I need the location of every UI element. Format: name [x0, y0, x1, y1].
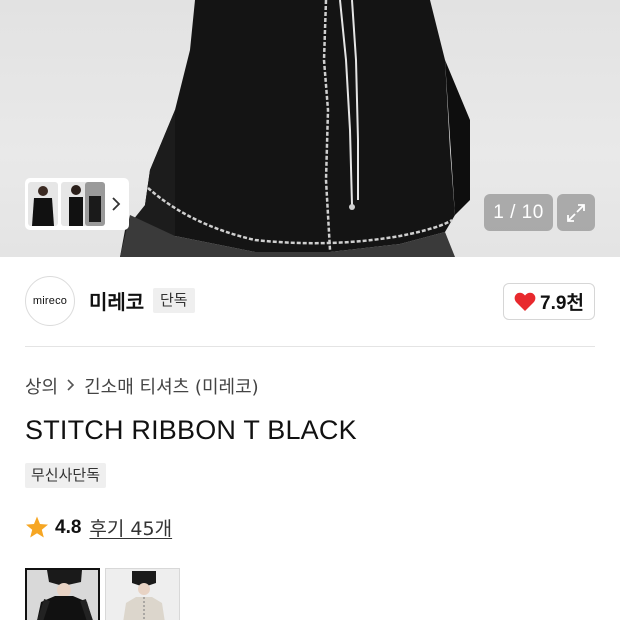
breadcrumb: 상의 긴소매 티셔츠 (미레코)	[25, 373, 259, 399]
breadcrumb-subcategory-link[interactable]: 긴소매 티셔츠 (미레코)	[84, 373, 259, 399]
gallery-thumbnail[interactable]	[85, 182, 105, 226]
review-count-link[interactable]: 후기 45개	[89, 514, 172, 541]
chevron-right-icon	[66, 377, 76, 396]
brand-exclusive-badge: 단독	[153, 288, 195, 313]
exclusive-badge: 무신사단독	[25, 463, 107, 488]
breadcrumb-category-link[interactable]: 상의	[25, 373, 58, 399]
rating-summary: 4.8 후기 45개	[25, 514, 172, 541]
heart-icon	[514, 292, 536, 311]
color-option-black[interactable]	[25, 568, 100, 620]
chevron-right-icon[interactable]	[109, 192, 123, 216]
rating-value: 4.8	[55, 516, 82, 538]
gallery-thumbnail[interactable]	[28, 182, 58, 226]
star-icon	[26, 516, 48, 538]
image-counter: 1 / 10	[484, 194, 553, 231]
brand-name-link[interactable]: 미레코	[89, 286, 144, 315]
like-button[interactable]: 7.9천	[503, 283, 595, 320]
divider	[25, 346, 595, 347]
gallery-thumbnail-strip[interactable]	[25, 178, 129, 230]
like-count: 7.9천	[540, 293, 584, 314]
product-image-gallery[interactable]: 1 / 10	[0, 0, 620, 257]
color-option-white[interactable]	[105, 568, 180, 620]
brand-logo-text: mireco	[32, 295, 68, 307]
brand-logo[interactable]: mireco	[25, 276, 75, 326]
expand-icon[interactable]	[557, 194, 595, 231]
product-title: STITCH RIBBON T BLACK	[25, 415, 357, 445]
